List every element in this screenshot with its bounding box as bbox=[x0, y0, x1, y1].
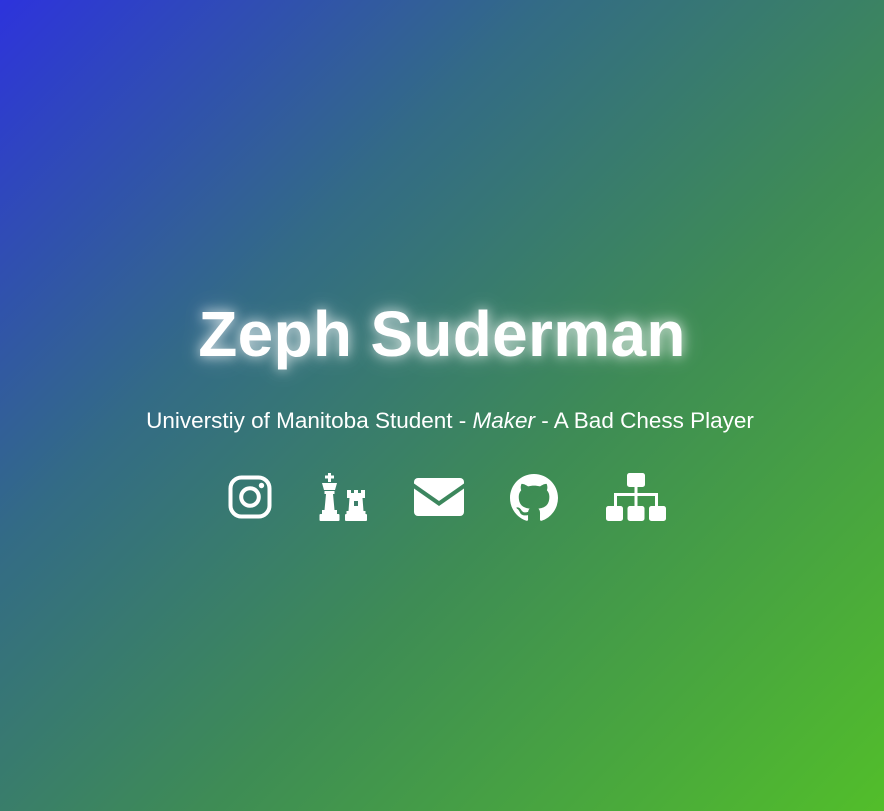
tagline-text: Universtiy of Manitoba Student - bbox=[146, 408, 473, 433]
page-title: Zeph Suderman bbox=[198, 298, 686, 370]
tagline-text-end: - A Bad Chess Player bbox=[535, 408, 754, 433]
tagline: Universtiy of Manitoba Student - Maker -… bbox=[8, 407, 884, 435]
instagram-icon bbox=[228, 475, 272, 519]
instagram-link[interactable] bbox=[228, 475, 272, 527]
github-icon bbox=[510, 474, 558, 521]
sitemap-icon bbox=[606, 473, 666, 521]
chess-icon bbox=[319, 473, 367, 521]
github-link[interactable] bbox=[510, 474, 558, 526]
chess-link[interactable] bbox=[318, 472, 368, 524]
envelope-icon bbox=[414, 478, 464, 516]
tagline-emphasis: Maker bbox=[472, 408, 536, 433]
email-link[interactable] bbox=[414, 478, 464, 530]
social-links bbox=[0, 472, 884, 524]
hero-section: Zeph Suderman Universtiy of Manitoba Stu… bbox=[0, 0, 884, 811]
sitemap-link[interactable] bbox=[606, 473, 666, 525]
